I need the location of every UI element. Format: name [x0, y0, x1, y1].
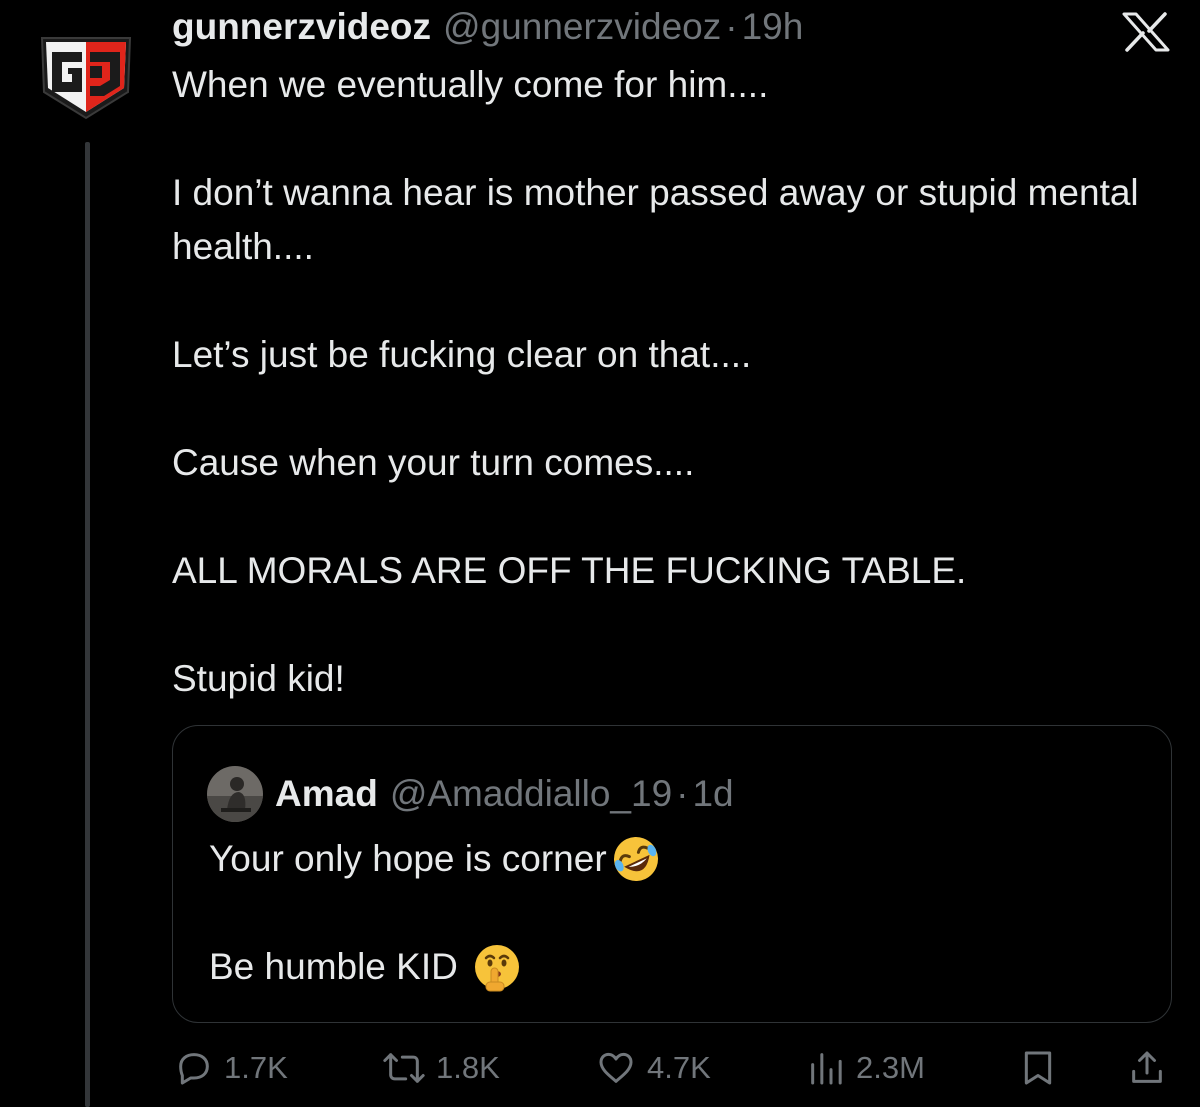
shushing-face-emoji-icon: [472, 942, 522, 992]
share-button[interactable]: [1127, 1048, 1167, 1088]
quoted-line-text: Be humble KID: [209, 946, 458, 987]
like-button[interactable]: 4.7K: [595, 1048, 711, 1088]
tweet-paragraph: When we eventually come for him....: [172, 64, 769, 105]
thread-line: [85, 142, 90, 1107]
quoted-line-text: Your only hope is corner: [209, 838, 607, 879]
like-count: 4.7K: [647, 1050, 711, 1085]
rolling-laughing-emoji-icon: [611, 834, 661, 884]
tweet-paragraph: Let’s just be fucking clear on that....: [172, 334, 752, 375]
separator-dot: ·: [725, 6, 738, 47]
quoted-line: Be humble KID: [209, 940, 661, 994]
share-icon: [1132, 1051, 1162, 1083]
quoted-line: Your only hope is corner: [209, 832, 661, 886]
quoted-tweet-header: Amad @Amaddiallo_19 · 1d: [207, 766, 734, 822]
repost-button[interactable]: 1.8K: [382, 1048, 500, 1088]
reply-button[interactable]: 1.7K: [174, 1048, 288, 1088]
repost-count: 1.8K: [436, 1050, 500, 1085]
tweet-text: When we eventually come for him.... I do…: [172, 58, 1162, 706]
display-name[interactable]: gunnerzvideoz: [172, 6, 431, 48]
bookmark-icon: [1024, 1051, 1052, 1085]
views-chart-icon: [811, 1053, 842, 1085]
tweet-paragraph: ALL MORALS ARE OFF THE FUCKING TABLE.: [172, 550, 967, 591]
views-count: 2.3M: [856, 1050, 925, 1085]
timestamp[interactable]: 19h: [742, 6, 804, 48]
tweet-paragraph: Stupid kid!: [172, 658, 345, 699]
quoted-tweet-card[interactable]: Amad @Amaddiallo_19 · 1d Your only hope …: [172, 725, 1172, 1023]
separator-dot: ·: [676, 773, 689, 814]
tweet-actions-bar: 1.7K 1.8K 4.7K 2.3M: [172, 1048, 1172, 1098]
quoted-timestamp[interactable]: 1d: [692, 773, 733, 815]
heart-icon: [599, 1052, 633, 1083]
tweet-paragraph: I don’t wanna hear is mother passed away…: [172, 172, 1139, 267]
bookmark-button[interactable]: [1018, 1048, 1058, 1088]
quoted-display-name[interactable]: Amad: [275, 773, 378, 815]
views-button[interactable]: 2.3M: [806, 1048, 925, 1088]
repost-icon: [383, 1053, 425, 1083]
reply-count: 1.7K: [224, 1050, 288, 1085]
reply-icon: [179, 1053, 209, 1085]
quoted-tweet-text: Your only hope is corner Be humble KID: [209, 832, 661, 994]
user-handle[interactable]: @gunnerzvideoz: [443, 6, 721, 48]
gunnerzvideoz-avatar-logo[interactable]: [38, 30, 134, 122]
quoted-user-avatar[interactable]: [207, 766, 263, 822]
tweet-header: gunnerzvideoz @gunnerzvideoz · 19h: [172, 6, 803, 50]
quoted-user-handle[interactable]: @Amaddiallo_19: [390, 773, 672, 815]
tweet-paragraph: Cause when your turn comes....: [172, 442, 695, 483]
x-logo-icon[interactable]: [1122, 12, 1170, 52]
